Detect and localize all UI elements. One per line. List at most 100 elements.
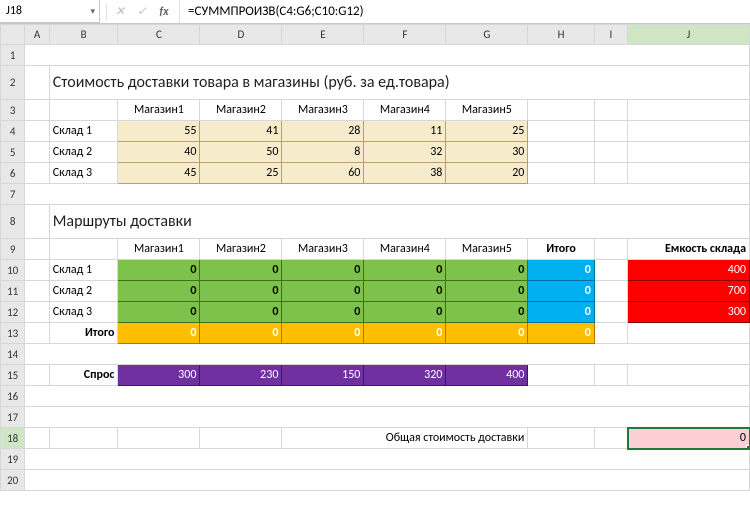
col-total-label[interactable]: Итого bbox=[49, 323, 118, 344]
warehouse-label[interactable]: Склад 2 bbox=[49, 281, 118, 302]
route-cell[interactable]: 0 bbox=[364, 302, 446, 323]
cost-cell[interactable]: 55 bbox=[118, 121, 200, 142]
routes-title[interactable]: Маршруты доставки bbox=[49, 205, 749, 239]
shop-header[interactable]: Магазин1 bbox=[118, 100, 200, 121]
route-cell[interactable]: 0 bbox=[446, 281, 528, 302]
row-header[interactable]: 15 bbox=[1, 365, 25, 386]
capacity-header[interactable]: Емкость склада bbox=[628, 239, 750, 260]
col-header-C[interactable]: C bbox=[118, 25, 200, 45]
shop-header[interactable]: Магазин4 bbox=[364, 239, 446, 260]
route-cell[interactable]: 0 bbox=[282, 260, 364, 281]
cost-cell[interactable]: 32 bbox=[364, 142, 446, 163]
row-header[interactable]: 7 bbox=[1, 184, 25, 205]
route-cell[interactable]: 0 bbox=[200, 260, 282, 281]
cost-cell[interactable]: 11 bbox=[364, 121, 446, 142]
row-header[interactable]: 8 bbox=[1, 205, 25, 239]
grand-total-label[interactable]: Общая стоимость доставки bbox=[282, 428, 528, 449]
warehouse-label[interactable]: Склад 3 bbox=[49, 302, 118, 323]
shop-header[interactable]: Магазин5 bbox=[446, 239, 528, 260]
route-cell[interactable]: 0 bbox=[364, 281, 446, 302]
shop-header[interactable]: Магазин3 bbox=[282, 100, 364, 121]
col-total-cell[interactable]: 0 bbox=[446, 323, 528, 344]
shop-header[interactable]: Магазин2 bbox=[200, 100, 282, 121]
row-header[interactable]: 2 bbox=[1, 66, 25, 100]
route-cell[interactable]: 0 bbox=[200, 302, 282, 323]
row-header[interactable]: 4 bbox=[1, 121, 25, 142]
col-total-cell[interactable]: 0 bbox=[200, 323, 282, 344]
total-header[interactable]: Итого bbox=[528, 239, 594, 260]
chevron-down-icon[interactable]: ▾ bbox=[90, 6, 95, 17]
row-total-cell[interactable]: 0 bbox=[528, 260, 594, 281]
spreadsheet-grid[interactable]: A B C D E F G H I J 1 2 Стоимость достав… bbox=[0, 24, 750, 491]
row-total-cell[interactable]: 0 bbox=[528, 281, 594, 302]
col-header-D[interactable]: D bbox=[200, 25, 282, 45]
cost-cell[interactable]: 50 bbox=[200, 142, 282, 163]
col-header-E[interactable]: E bbox=[282, 25, 364, 45]
row-header[interactable]: 12 bbox=[1, 302, 25, 323]
cost-title[interactable]: Стоимость доставки товара в магазины (ру… bbox=[49, 66, 749, 100]
col-total-cell[interactable]: 0 bbox=[118, 323, 200, 344]
cost-cell[interactable]: 30 bbox=[446, 142, 528, 163]
route-cell[interactable]: 0 bbox=[282, 302, 364, 323]
cost-cell[interactable]: 38 bbox=[364, 163, 446, 184]
row-header[interactable]: 10 bbox=[1, 260, 25, 281]
row-header[interactable]: 11 bbox=[1, 281, 25, 302]
demand-label[interactable]: Спрос bbox=[49, 365, 118, 386]
row-header[interactable]: 3 bbox=[1, 100, 25, 121]
grand-total-cell[interactable]: 0 bbox=[628, 428, 750, 449]
formula-input[interactable]: =СУММПРОИЗВ(C4:G6;C10:G12) bbox=[180, 0, 750, 23]
cost-cell[interactable]: 40 bbox=[118, 142, 200, 163]
col-header-G[interactable]: G bbox=[446, 25, 528, 45]
col-header-A[interactable]: A bbox=[25, 25, 49, 45]
col-header-B[interactable]: B bbox=[49, 25, 118, 45]
cost-cell[interactable]: 28 bbox=[282, 121, 364, 142]
row-header[interactable]: 9 bbox=[1, 239, 25, 260]
shop-header[interactable]: Магазин4 bbox=[364, 100, 446, 121]
row-header[interactable]: 19 bbox=[1, 449, 25, 470]
accept-formula-icon[interactable]: ✓ bbox=[133, 4, 151, 19]
shop-header[interactable]: Магазин2 bbox=[200, 239, 282, 260]
demand-cell[interactable]: 400 bbox=[446, 365, 528, 386]
warehouse-label[interactable]: Склад 2 bbox=[49, 142, 118, 163]
capacity-cell[interactable]: 700 bbox=[628, 281, 750, 302]
route-cell[interactable]: 0 bbox=[118, 281, 200, 302]
row-header[interactable]: 6 bbox=[1, 163, 25, 184]
shop-header[interactable]: Магазин5 bbox=[446, 100, 528, 121]
cost-cell[interactable]: 45 bbox=[118, 163, 200, 184]
demand-cell[interactable]: 300 bbox=[118, 365, 200, 386]
row-header[interactable]: 5 bbox=[1, 142, 25, 163]
select-all-corner[interactable] bbox=[1, 25, 25, 45]
row-header[interactable]: 14 bbox=[1, 344, 25, 365]
fx-icon[interactable]: fx bbox=[155, 5, 173, 19]
cost-cell[interactable]: 8 bbox=[282, 142, 364, 163]
warehouse-label[interactable]: Склад 1 bbox=[49, 121, 118, 142]
col-total-cell[interactable]: 0 bbox=[364, 323, 446, 344]
col-total-cell[interactable]: 0 bbox=[528, 323, 594, 344]
cancel-formula-icon[interactable]: ✕ bbox=[111, 4, 129, 19]
row-total-cell[interactable]: 0 bbox=[528, 302, 594, 323]
route-cell[interactable]: 0 bbox=[446, 260, 528, 281]
col-header-I[interactable]: I bbox=[594, 25, 627, 45]
shop-header[interactable]: Магазин3 bbox=[282, 239, 364, 260]
cost-cell[interactable]: 20 bbox=[446, 163, 528, 184]
row-header[interactable]: 1 bbox=[1, 45, 25, 66]
route-cell[interactable]: 0 bbox=[200, 281, 282, 302]
route-cell[interactable]: 0 bbox=[118, 260, 200, 281]
capacity-cell[interactable]: 400 bbox=[628, 260, 750, 281]
warehouse-label[interactable]: Склад 3 bbox=[49, 163, 118, 184]
row-header[interactable]: 20 bbox=[1, 470, 25, 491]
cost-cell[interactable]: 25 bbox=[446, 121, 528, 142]
demand-cell[interactable]: 150 bbox=[282, 365, 364, 386]
cost-cell[interactable]: 25 bbox=[200, 163, 282, 184]
row-header[interactable]: 16 bbox=[1, 386, 25, 407]
col-header-F[interactable]: F bbox=[364, 25, 446, 45]
fill-handle-icon[interactable] bbox=[746, 445, 750, 449]
demand-cell[interactable]: 320 bbox=[364, 365, 446, 386]
cost-cell[interactable]: 41 bbox=[200, 121, 282, 142]
col-total-cell[interactable]: 0 bbox=[282, 323, 364, 344]
route-cell[interactable]: 0 bbox=[364, 260, 446, 281]
capacity-cell[interactable]: 300 bbox=[628, 302, 750, 323]
row-header[interactable]: 17 bbox=[1, 407, 25, 428]
cost-cell[interactable]: 60 bbox=[282, 163, 364, 184]
route-cell[interactable]: 0 bbox=[118, 302, 200, 323]
